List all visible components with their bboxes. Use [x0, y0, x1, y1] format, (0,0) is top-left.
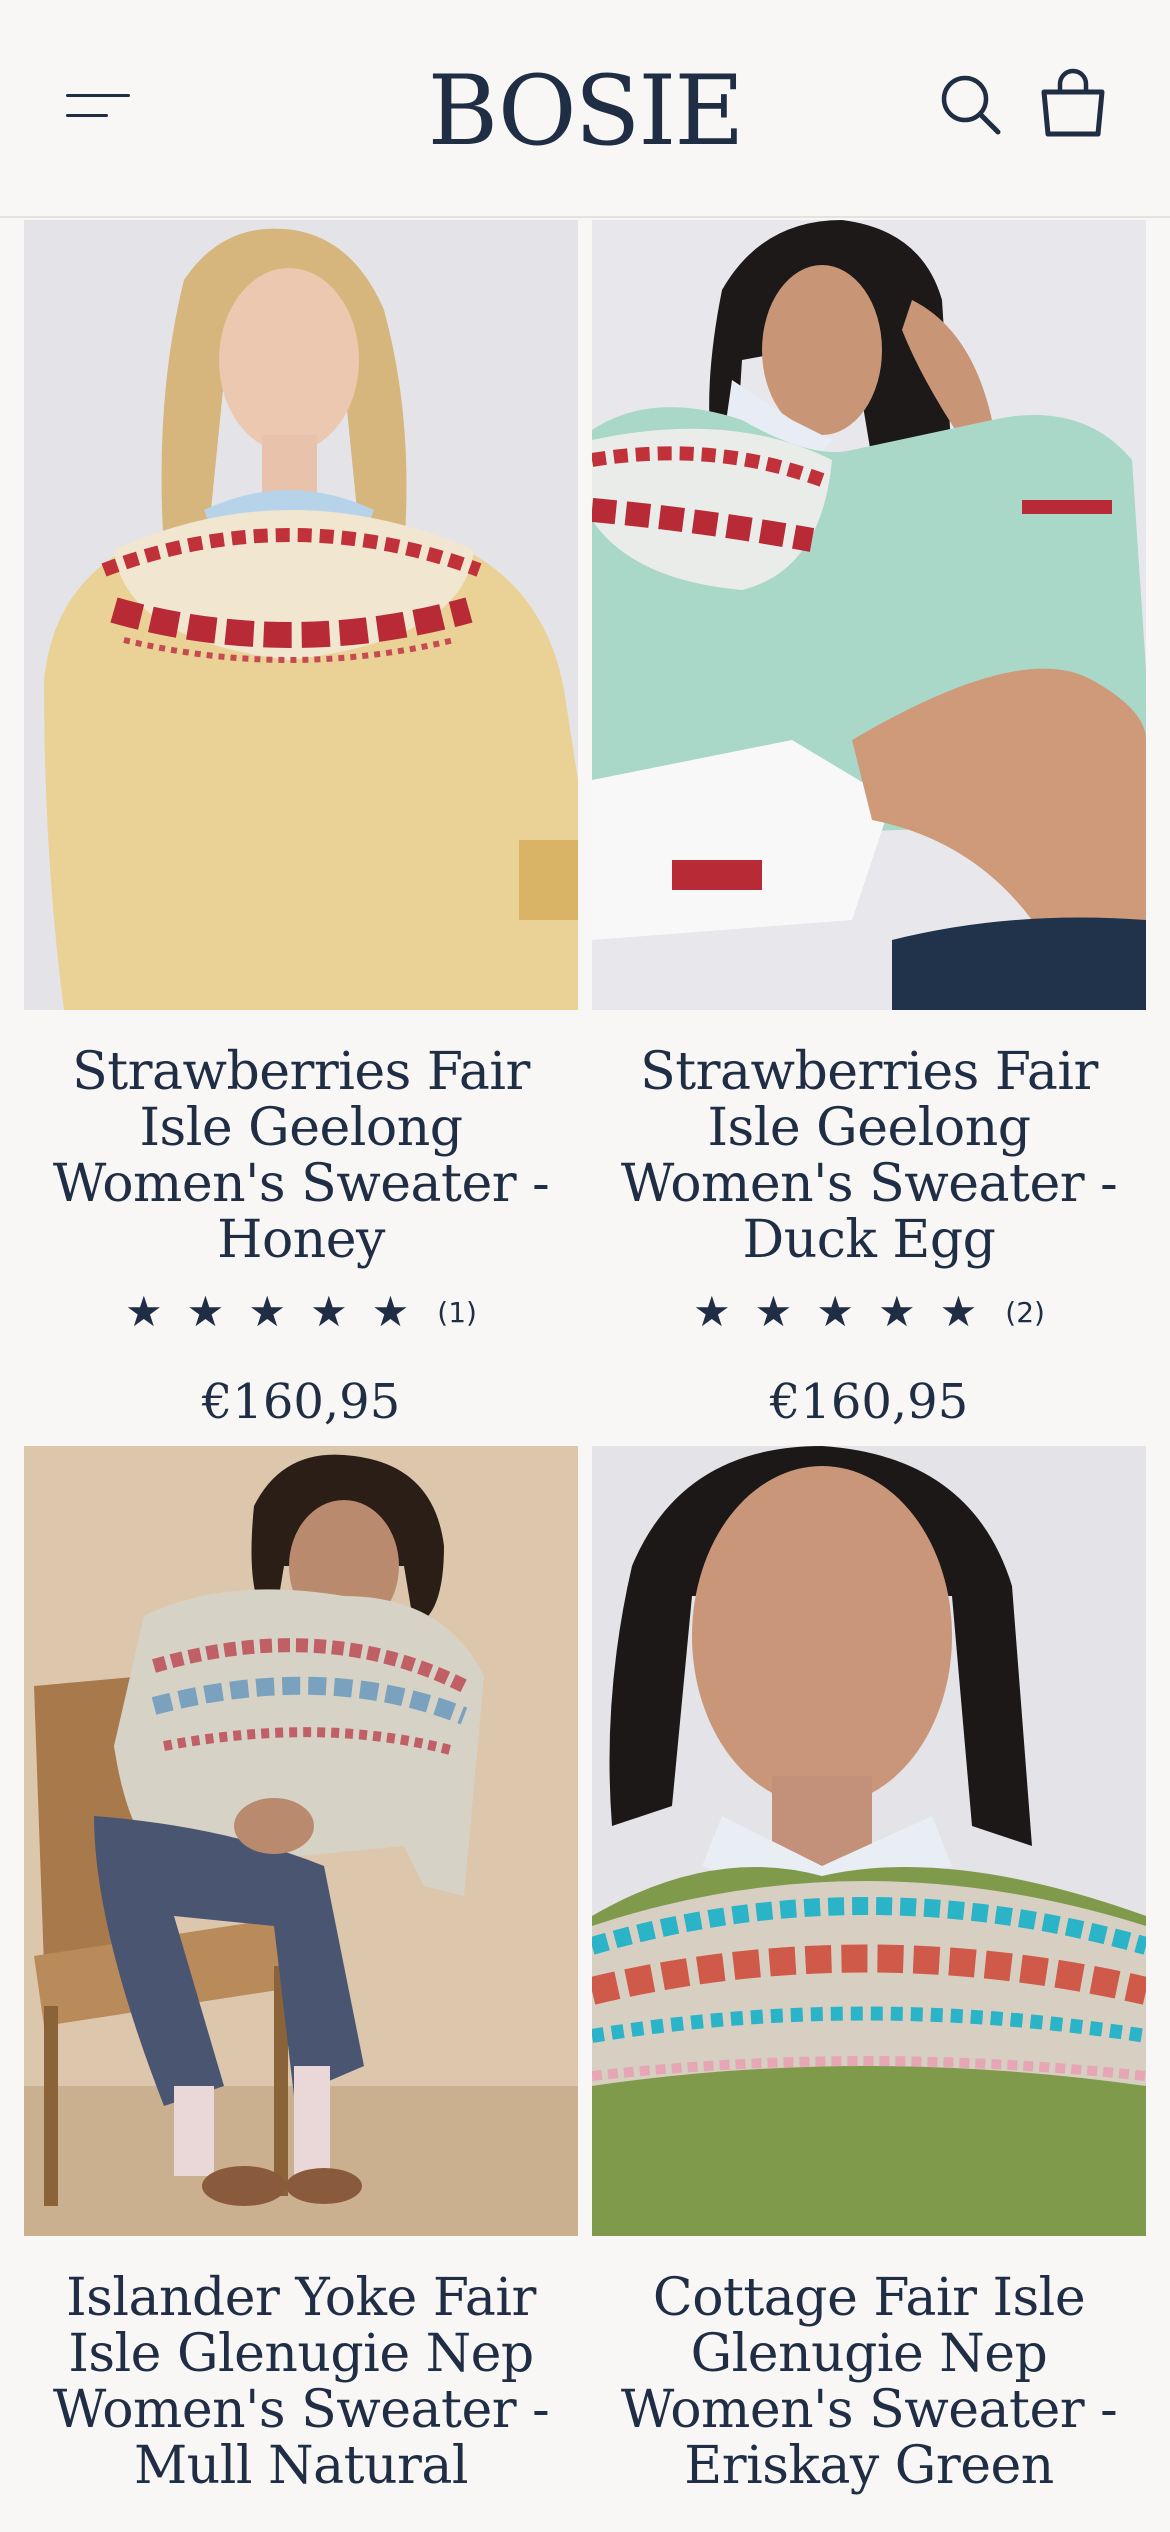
product-title[interactable]: Cottage Fair Isle Glenugie Nep Women's S… — [592, 2270, 1146, 2494]
product-card[interactable]: Islander Yoke Fair Isle Glenugie Nep Wom… — [24, 1446, 578, 2494]
search-icon[interactable] — [936, 70, 1006, 140]
site-header: BOSIE — [0, 0, 1170, 218]
product-card[interactable]: Cottage Fair Isle Glenugie Nep Women's S… — [588, 1446, 1150, 2494]
product-card[interactable]: Strawberries Fair Isle Geelong Women's S… — [24, 220, 578, 1430]
shopping-bag-icon[interactable] — [1038, 68, 1108, 142]
review-count: (1) — [437, 1295, 477, 1329]
product-image[interactable] — [24, 1446, 578, 2236]
product-rating: ★ ★ ★ ★ ★ (1) — [24, 1290, 578, 1334]
product-image[interactable] — [588, 1446, 1150, 2236]
star-icon: ★ — [125, 1287, 163, 1336]
product-price: €160,95 — [201, 1374, 401, 1430]
product-rating: ★ ★ ★ ★ ★ (2) — [592, 1290, 1146, 1334]
star-icon: ★ — [309, 1287, 348, 1336]
star-icon: ★ — [877, 1287, 916, 1336]
product-title[interactable]: Islander Yoke Fair Isle Glenugie Nep Wom… — [24, 2270, 578, 2494]
product-image[interactable] — [24, 220, 578, 1010]
star-icon: ★ — [754, 1287, 793, 1336]
product-title[interactable]: Strawberries Fair Isle Geelong Women's S… — [24, 1044, 578, 1268]
hamburger-menu-icon[interactable] — [66, 86, 132, 126]
star-icon: ★ — [371, 1287, 410, 1336]
product-price: €160,95 — [769, 1374, 969, 1430]
rating-stars: ★ ★ ★ ★ ★ — [693, 1290, 977, 1334]
brand-logo[interactable]: BOSIE — [385, 46, 785, 176]
rating-stars: ★ ★ ★ ★ ★ — [125, 1290, 409, 1334]
review-count: (2) — [1005, 1295, 1045, 1329]
product-image[interactable] — [590, 220, 1146, 1010]
star-icon: ★ — [186, 1287, 225, 1336]
product-card[interactable]: Strawberries Fair Isle Geelong Women's S… — [590, 220, 1146, 1430]
star-icon: ★ — [816, 1287, 854, 1336]
star-icon: ★ — [693, 1287, 731, 1336]
star-icon: ★ — [248, 1287, 286, 1336]
star-icon: ★ — [939, 1287, 978, 1336]
product-title[interactable]: Strawberries Fair Isle Geelong Women's S… — [592, 1044, 1146, 1268]
